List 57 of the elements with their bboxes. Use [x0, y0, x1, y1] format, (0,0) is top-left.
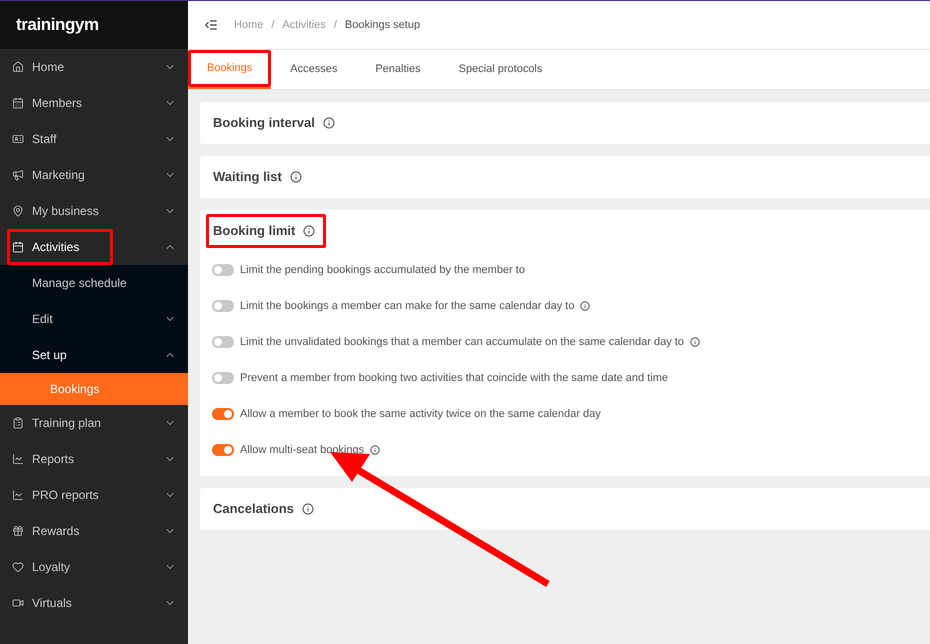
sidebar-item[interactable]: Home: [0, 49, 188, 85]
submenu-item[interactable]: Manage schedule: [0, 265, 188, 301]
toggle-switch[interactable]: [212, 444, 234, 456]
info-icon[interactable]: [370, 445, 380, 455]
clipboard-icon: [12, 417, 24, 429]
gift-icon: [12, 525, 24, 537]
setting-label: Limit the pending bookings accumulated by the member to: [240, 262, 525, 278]
tab[interactable]: Special protocols: [440, 50, 562, 89]
info-icon[interactable]: [580, 301, 590, 311]
tab[interactable]: Accesses: [271, 50, 356, 89]
sidebar-item[interactable]: Training plan: [0, 405, 188, 441]
toggle-switch[interactable]: [212, 264, 234, 276]
sidebar-item[interactable]: Loyalty: [0, 549, 188, 585]
toggle-switch[interactable]: [212, 372, 234, 384]
map-pin-icon: [12, 205, 24, 217]
sidebar-item[interactable]: Marketing: [0, 157, 188, 193]
sidebar-item[interactable]: Staff: [0, 121, 188, 157]
toggle-switch[interactable]: [212, 300, 234, 312]
sidebar-item[interactable]: Virtuals: [0, 585, 188, 621]
sidebar-item[interactable]: PRO reports: [0, 477, 188, 513]
sidebar-item[interactable]: Members: [0, 85, 188, 121]
breadcrumb-separator: /: [271, 18, 274, 33]
setting-label: Allow a member to book the same activity twice on the same calendar day: [240, 406, 601, 422]
submenu-item[interactable]: Set up: [0, 337, 188, 373]
video-icon: [12, 597, 24, 609]
info-icon[interactable]: [302, 503, 314, 515]
setting-label: Limit the bookings a member can make for the same calendar day to: [240, 298, 574, 314]
sidebar-item[interactable]: My business: [0, 193, 188, 229]
sidebar-item[interactable]: Activities: [0, 229, 188, 265]
sidebar-item[interactable]: Reports: [0, 441, 188, 477]
calendar-icon: [12, 97, 24, 109]
logo: trainingym: [16, 14, 99, 36]
info-icon[interactable]: [290, 171, 302, 183]
submenu-item[interactable]: Edit: [0, 301, 188, 337]
section-header[interactable]: Waiting list: [206, 160, 313, 194]
chart-icon: [12, 453, 24, 465]
home-icon: [12, 61, 24, 73]
tab[interactable]: Penalties: [356, 50, 440, 89]
breadcrumb-separator: /: [334, 18, 337, 33]
menu-icon[interactable]: [204, 18, 218, 32]
id-card-icon: [12, 133, 24, 145]
setting-label: Limit the unvalidated bookings that a member can accumulate on the same calendar day to: [240, 334, 684, 350]
section-header[interactable]: Booking interval: [206, 106, 346, 140]
info-icon[interactable]: [322, 117, 335, 129]
toggle-switch[interactable]: [212, 336, 234, 348]
info-icon[interactable]: [690, 337, 700, 347]
setting-label: Allow multi-seat bookings: [240, 442, 364, 458]
megaphone-icon: [12, 169, 24, 181]
section-header[interactable]: Cancelations: [206, 492, 325, 526]
heart-icon: [12, 561, 24, 573]
toggle-switch[interactable]: [212, 408, 234, 420]
sidebar-item[interactable]: Rewards: [0, 513, 188, 549]
section-header[interactable]: Booking limit: [206, 214, 326, 248]
calendar-icon: [12, 241, 24, 253]
setting-label: Prevent a member from booking two activities that coincide with the same date and time: [240, 370, 668, 386]
info-icon[interactable]: [303, 225, 316, 237]
chart-icon: [12, 489, 24, 501]
